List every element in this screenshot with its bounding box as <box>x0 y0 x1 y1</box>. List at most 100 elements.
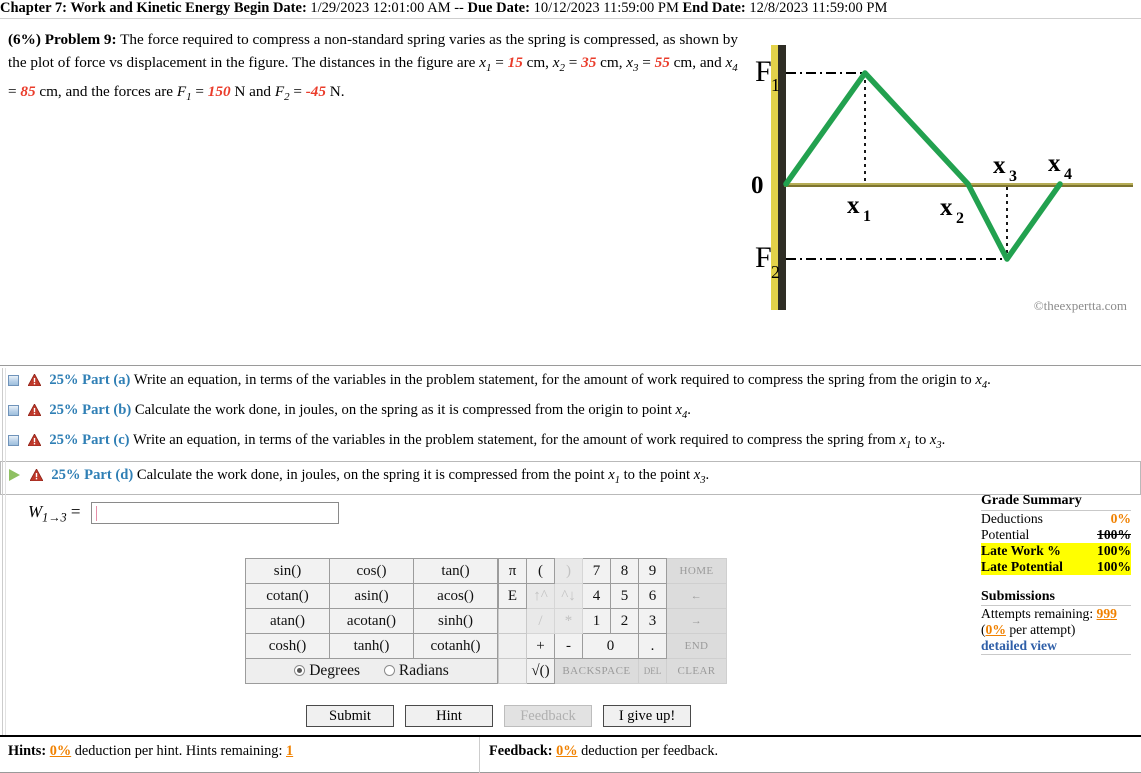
radio-radians-icon[interactable] <box>383 665 395 676</box>
key-cotanh[interactable]: cotanh() <box>413 633 498 659</box>
play-icon[interactable] <box>9 468 20 481</box>
table-row: + - 0 . END <box>498 633 727 659</box>
warning-icon <box>27 374 41 386</box>
key-close-paren[interactable]: ) <box>554 558 583 584</box>
key-tan[interactable]: tan() <box>413 558 498 584</box>
late-potential-value: 100% <box>1097 559 1131 574</box>
part-a-label: 25% Part (a) <box>49 372 131 388</box>
table-row: √() BACKSPACE DEL CLEAR <box>498 658 727 684</box>
key-cotan[interactable]: cotan() <box>245 583 330 609</box>
part-a-period: . <box>987 372 991 388</box>
part-d-row[interactable]: 25% Part (d) Calculate the work done, in… <box>0 460 1141 495</box>
part-c-desc-mid: to <box>911 431 930 448</box>
key-acotan[interactable]: acotan() <box>329 608 414 634</box>
key-9[interactable]: 9 <box>638 558 667 584</box>
document-icon[interactable] <box>8 404 19 416</box>
force-curve <box>783 70 1063 262</box>
key-end[interactable]: END <box>666 633 727 659</box>
answer-row: W1→3 = <box>28 502 339 525</box>
key-backspace[interactable]: BACKSPACE <box>554 658 639 684</box>
key-4[interactable]: 4 <box>582 583 611 609</box>
hint-button[interactable]: Hint <box>405 705 493 727</box>
key-open-paren[interactable]: ( <box>526 558 555 584</box>
part-b-row[interactable]: 25% Part (b) Calculate the work done, in… <box>0 398 1141 428</box>
key-acos[interactable]: acos() <box>413 583 498 609</box>
due-date-label: Due Date: <box>467 0 530 16</box>
key-multiply[interactable]: * <box>554 608 583 634</box>
chapter-title: Chapter 7: Work and Kinetic Energy <box>0 0 231 16</box>
end-date-value: 12/8/2023 11:59:00 PM <box>749 0 888 16</box>
key-plus[interactable]: + <box>526 633 555 659</box>
key-superscript-up[interactable]: ↑^ <box>526 583 555 609</box>
key-blank-3 <box>498 658 527 684</box>
key-blank-1 <box>498 608 527 634</box>
key-cos[interactable]: cos() <box>329 558 414 584</box>
problem-var-x2: x2 <box>552 54 565 75</box>
feedback-info: Feedback: 0% deduction per feedback. <box>489 743 718 760</box>
key-0[interactable]: 0 <box>582 633 639 659</box>
answer-input[interactable] <box>90 502 339 525</box>
key-1[interactable]: 1 <box>582 608 611 634</box>
numeric-keypad: π ( ) 7 8 9 HOME E ↑^ ^↓ 4 5 6 ← / * 1 2… <box>498 558 727 684</box>
part-c-row[interactable]: 25% Part (c) Write an equation, in terms… <box>0 428 1141 458</box>
key-6[interactable]: 6 <box>638 583 667 609</box>
angle-mode-row: Degrees Radians <box>245 658 498 684</box>
radians-option[interactable]: Radians <box>383 662 449 679</box>
label-zero: 0 <box>751 172 764 199</box>
key-clear[interactable]: CLEAR <box>666 658 727 684</box>
part-b-label: 25% Part (b) <box>49 401 132 418</box>
key-divide[interactable]: / <box>526 608 555 634</box>
key-8[interactable]: 8 <box>610 558 639 584</box>
key-e[interactable]: E <box>498 583 527 609</box>
end-date-label: End Date: <box>682 0 746 16</box>
part-c-var1: x1 <box>899 431 912 451</box>
per-attempt-rest: per attempt) <box>1005 622 1076 637</box>
detailed-view-link[interactable]: detailed view <box>981 638 1057 653</box>
radio-degrees-icon[interactable] <box>294 665 306 676</box>
key-minus[interactable]: - <box>554 633 583 659</box>
key-7[interactable]: 7 <box>582 558 611 584</box>
key-decimal[interactable]: . <box>638 633 667 659</box>
table-row: cotan() asin() acos() <box>245 583 498 609</box>
part-b-period: . <box>687 401 691 418</box>
label-F2-sub: 2 <box>771 262 780 282</box>
key-sin[interactable]: sin() <box>245 558 330 584</box>
potential-value: 100% <box>1097 527 1131 542</box>
key-arrow-left[interactable]: ← <box>666 583 727 609</box>
document-icon[interactable] <box>8 375 19 386</box>
key-sqrt[interactable]: √() <box>526 658 555 684</box>
key-superscript-down[interactable]: ^↓ <box>554 583 583 609</box>
key-arrow-right[interactable]: → <box>666 608 727 634</box>
key-delete[interactable]: DEL <box>638 658 667 684</box>
problem-var-x1: x1 <box>479 54 492 75</box>
key-home[interactable]: HOME <box>666 558 727 584</box>
action-buttons: Submit Hint Feedback I give up! <box>306 705 691 727</box>
figure-credit: ©theexpertta.com <box>1033 298 1127 313</box>
part-d-desc-mid: to the point <box>619 466 694 483</box>
part-a-row[interactable]: 25% Part (a) Write an equation, in terms… <box>0 368 1141 398</box>
document-icon[interactable] <box>8 434 19 446</box>
give-up-button[interactable]: I give up! <box>603 705 691 727</box>
grade-row-deductions: Deductions 0% <box>981 511 1131 527</box>
key-atan[interactable]: atan() <box>245 608 330 634</box>
footer-bar: Hints: 0% deduction per hint. Hints rema… <box>0 737 1141 773</box>
table-row: cosh() tanh() cotanh() <box>245 633 498 659</box>
grade-row-late-work: Late Work % 100% <box>981 543 1131 559</box>
label-x4-sub: 4 <box>1064 166 1072 183</box>
key-5[interactable]: 5 <box>610 583 639 609</box>
key-cosh[interactable]: cosh() <box>245 633 330 659</box>
key-asin[interactable]: asin() <box>329 583 414 609</box>
key-3[interactable]: 3 <box>638 608 667 634</box>
radians-label: Radians <box>398 662 449 679</box>
submit-button[interactable]: Submit <box>306 705 394 727</box>
expert-ta-problem-page: Chapter 7: Work and Kinetic Energy Begin… <box>0 0 1141 773</box>
key-tanh[interactable]: tanh() <box>329 633 414 659</box>
key-sinh[interactable]: sinh() <box>413 608 498 634</box>
table-row: / * 1 2 3 → <box>498 608 727 634</box>
grade-row-potential: Potential 100% <box>981 527 1131 543</box>
key-2[interactable]: 2 <box>610 608 639 634</box>
problem-val-x1: 15 <box>507 54 523 71</box>
key-blank-2 <box>498 633 527 659</box>
degrees-option[interactable]: Degrees <box>294 662 360 679</box>
key-pi[interactable]: π <box>498 558 527 584</box>
